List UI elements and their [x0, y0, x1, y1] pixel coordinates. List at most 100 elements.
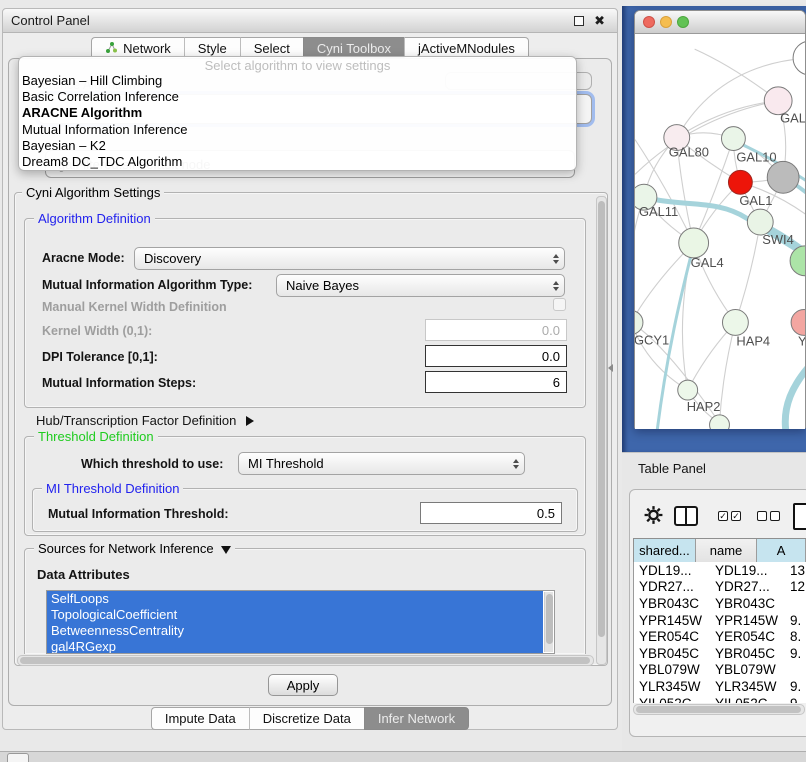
- tab-impute-data[interactable]: Impute Data: [151, 707, 249, 730]
- close-icon[interactable]: [594, 13, 605, 29]
- columns-icon[interactable]: [674, 506, 698, 526]
- sources-toggle[interactable]: Sources for Network Inference: [34, 541, 235, 556]
- divider-grip-icon[interactable]: [608, 364, 613, 372]
- sources-title: Sources for Network Inference: [38, 541, 214, 556]
- list-scrollbar[interactable]: [544, 592, 553, 652]
- list-scrollbar-thumb[interactable]: [546, 594, 553, 644]
- data-attributes-list[interactable]: SelfLoopsTopologicalCoefficientBetweenne…: [46, 590, 555, 654]
- algorithm-option-bayesian-hill-climbing[interactable]: Bayesian – Hill Climbing: [19, 73, 576, 89]
- table-horizontal-scrollbar[interactable]: [633, 704, 805, 715]
- table-row[interactable]: YBR043CYBR043C: [634, 595, 806, 612]
- node-bottom[interactable]: [710, 415, 730, 429]
- algorithm-option-basic-correlation-inference[interactable]: Basic Correlation Inference: [19, 89, 576, 105]
- settings-vertical-scrollbar[interactable]: [596, 196, 607, 665]
- apply-button[interactable]: Apply: [268, 674, 338, 696]
- column-header-name[interactable]: name: [696, 539, 757, 562]
- node-label-hap4: HAP4: [736, 333, 770, 348]
- table-row[interactable]: YBR045CYBR045C9.: [634, 645, 806, 662]
- data-attributes-label: Data Attributes: [37, 567, 130, 582]
- table-cell: YLR345W: [634, 679, 710, 694]
- table-row[interactable]: YIL052CYIL052C9.: [634, 695, 806, 703]
- algorithm-option-bayesian-k2[interactable]: Bayesian – K2: [19, 138, 576, 154]
- node-gray[interactable]: [767, 161, 799, 193]
- partial-corner-button[interactable]: [7, 753, 29, 762]
- table-row[interactable]: YLR345WYLR345W9.: [634, 678, 806, 695]
- select-all-checkbox-icon[interactable]: [731, 511, 741, 521]
- tab-discretize-data[interactable]: Discretize Data: [249, 707, 364, 730]
- algorithm-definition-title: Algorithm Definition: [34, 211, 155, 226]
- table-cell: YIL052C: [710, 696, 785, 703]
- table-cell: YDR27...: [710, 579, 785, 594]
- attribute-item-topologicalcoefficient[interactable]: TopologicalCoefficient: [47, 607, 543, 623]
- node-label-gcy1: GCY1: [635, 332, 669, 347]
- select-all-checkbox-icon[interactable]: [718, 511, 728, 521]
- node-hap4[interactable]: [722, 310, 748, 336]
- node-gal10[interactable]: [721, 127, 745, 151]
- table-body: YDL19...YDL19...13YDR27...YDR27...12YBR0…: [633, 562, 806, 703]
- network-window: GALGAL80GAL10GAL1GAL11SWI4GAL4GCY1HAP4YH…: [634, 10, 806, 429]
- zoom-traffic-light[interactable]: [677, 16, 689, 28]
- control-panel-titlebar[interactable]: Control Panel: [3, 9, 617, 33]
- node-gal4[interactable]: [679, 228, 709, 258]
- manual-kernel-checkbox[interactable]: [553, 298, 566, 311]
- mi-threshold-field[interactable]: [420, 502, 562, 524]
- attribute-item-gal4rgexp[interactable]: gal4RGexp: [47, 639, 543, 654]
- maximize-icon[interactable]: [574, 16, 584, 26]
- algorithm-option-dream8-dc-tdc-algorithm[interactable]: Dream8 DC_TDC Algorithm: [19, 154, 576, 170]
- table-cell: YBR043C: [710, 596, 785, 611]
- hub-definition-toggle[interactable]: Hub/Transcription Factor Definition: [36, 413, 254, 428]
- aracne-mode-combobox[interactable]: Discovery: [134, 247, 565, 270]
- table-cell: YDL19...: [634, 563, 710, 578]
- tab-label: Discretize Data: [263, 711, 351, 726]
- dpi-tolerance-field[interactable]: [425, 345, 567, 367]
- algorithm-option-mutual-information-inference[interactable]: Mutual Information Inference: [19, 122, 576, 138]
- table-cell: YPR145W: [634, 613, 710, 628]
- table-row[interactable]: YDL19...YDL19...13: [634, 562, 806, 579]
- kernel-width-field[interactable]: [425, 319, 567, 341]
- mi-type-combobox[interactable]: Naive Bayes: [276, 274, 565, 297]
- node-gal1[interactable]: [728, 170, 752, 194]
- algorithm-option-aracne-algorithm[interactable]: ARACNE Algorithm: [19, 105, 576, 121]
- node-salmon[interactable]: [791, 310, 805, 336]
- column-header-shared[interactable]: shared...: [634, 539, 696, 562]
- collapse-down-icon: [221, 546, 231, 554]
- node-hap2[interactable]: [678, 380, 698, 400]
- which-threshold-combobox[interactable]: MI Threshold: [238, 452, 525, 475]
- table-row[interactable]: YBL079WYBL079W: [634, 662, 806, 679]
- node-green-right[interactable]: [790, 246, 805, 276]
- table-row[interactable]: YPR145WYPR145W9.: [634, 612, 806, 629]
- close-traffic-light[interactable]: [643, 16, 655, 28]
- minimize-traffic-light[interactable]: [660, 16, 672, 28]
- network-edge-highlighted: [785, 363, 805, 429]
- table-cell: 12: [785, 579, 806, 594]
- table-cell: YER054C: [710, 629, 785, 644]
- table-row[interactable]: YER054CYER054C8.: [634, 628, 806, 645]
- settings-horizontal-thumb[interactable]: [20, 657, 590, 664]
- node-label-gal1: GAL1: [739, 193, 772, 208]
- table-horizontal-thumb[interactable]: [636, 706, 801, 713]
- network-canvas[interactable]: GALGAL80GAL10GAL1GAL11SWI4GAL4GCY1HAP4YH…: [635, 34, 805, 429]
- node-label-gal11: GAL11: [639, 204, 678, 219]
- settings-vertical-thumb[interactable]: [598, 201, 605, 637]
- deselect-all-checkbox-icon[interactable]: [770, 511, 780, 521]
- manual-kernel-label: Manual Kernel Width Definition: [42, 300, 227, 314]
- column-header-a[interactable]: A: [757, 539, 806, 562]
- attribute-item-betweennesscentrality[interactable]: BetweennessCentrality: [47, 623, 543, 639]
- node-label-gal: GAL: [780, 111, 805, 126]
- dpi-tolerance-label: DPI Tolerance [0,1]:: [42, 350, 158, 364]
- node-label-y: Y: [798, 333, 805, 348]
- attribute-item-selfloops[interactable]: SelfLoops: [47, 591, 543, 607]
- attribute-items: SelfLoopsTopologicalCoefficientBetweenne…: [47, 591, 554, 654]
- gear-icon[interactable]: [643, 504, 664, 531]
- aracne-mode-label: Aracne Mode:: [42, 251, 125, 265]
- node-top-arc[interactable]: [793, 41, 805, 75]
- deselect-all-checkbox-icon[interactable]: [757, 511, 767, 521]
- tab-infer-network[interactable]: Infer Network: [364, 707, 469, 730]
- table-row[interactable]: YDR27...YDR27...12: [634, 579, 806, 596]
- settings-horizontal-scrollbar[interactable]: [17, 655, 594, 666]
- mi-steps-field[interactable]: [425, 371, 567, 393]
- node-label-gal80: GAL80: [669, 144, 709, 159]
- network-window-titlebar[interactable]: [635, 11, 805, 34]
- node-label-swi4: SWI4: [762, 232, 794, 247]
- document-icon[interactable]: [793, 503, 806, 530]
